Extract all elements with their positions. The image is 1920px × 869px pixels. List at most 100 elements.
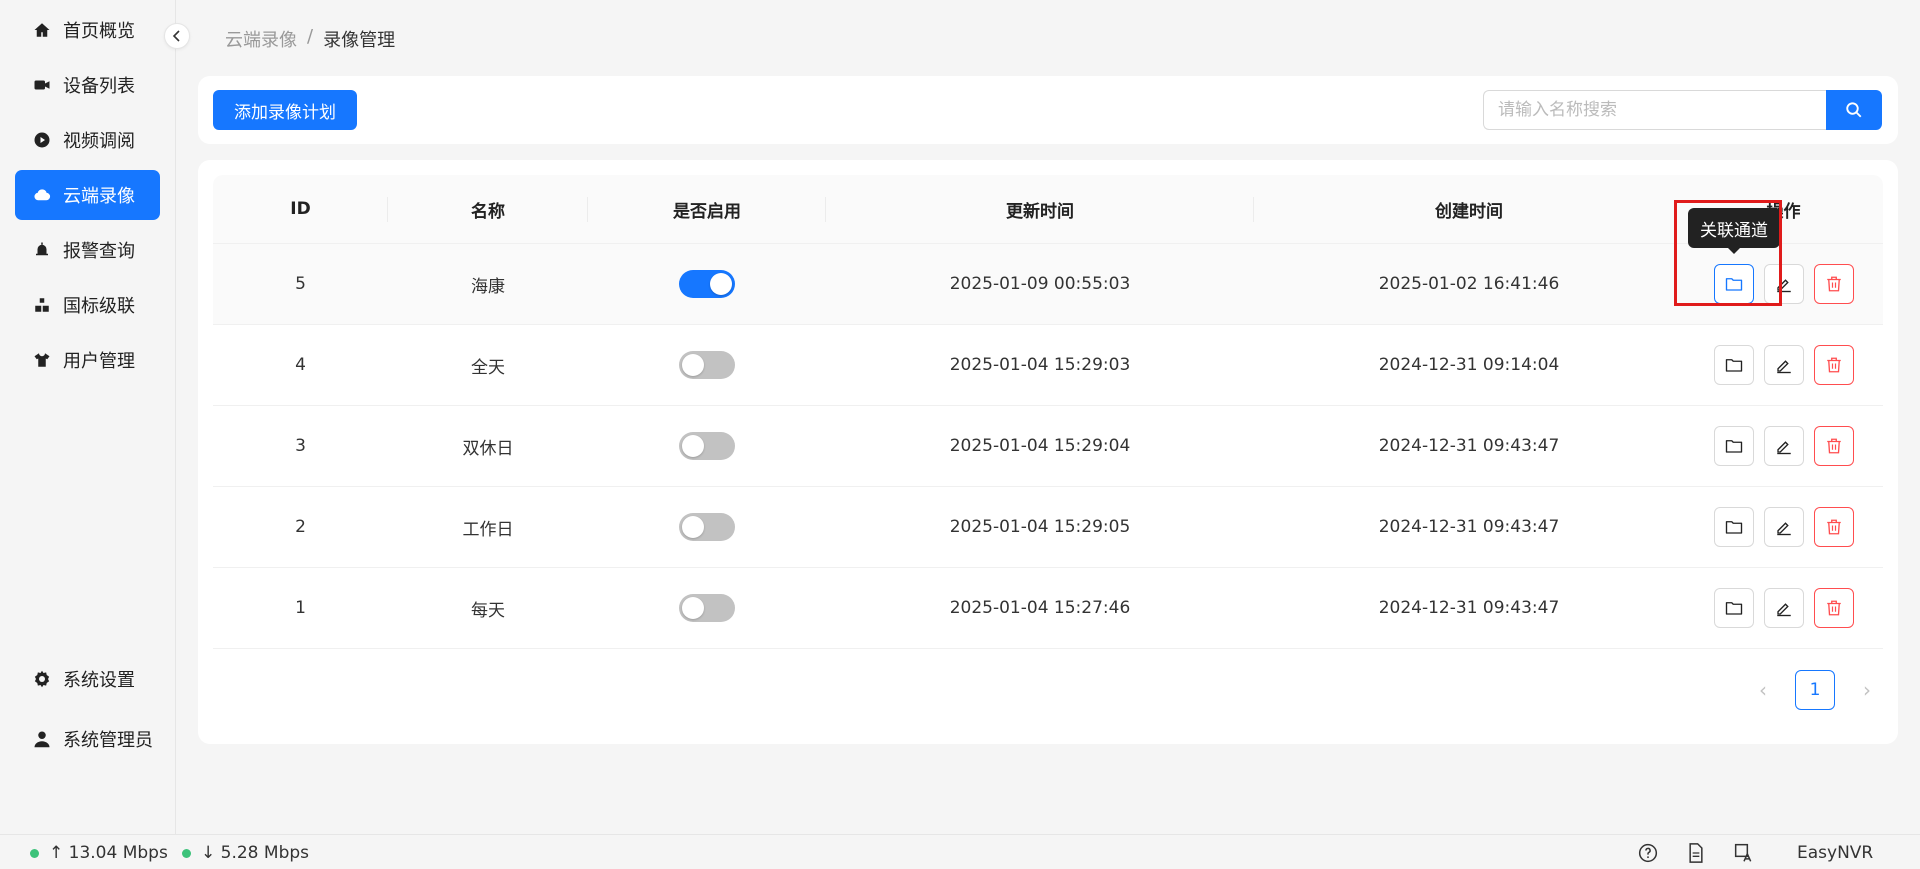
delete-button[interactable] (1813, 345, 1854, 385)
link-channel-button[interactable] (1713, 345, 1754, 385)
link-channel-button[interactable] (1713, 264, 1754, 304)
cell-name: 工作日 (462, 519, 514, 540)
download-speed: ↓ 5.28 Mbps (201, 843, 310, 863)
cell-enabled (588, 432, 826, 460)
sidebar-item-settings[interactable]: 系统设置 (15, 654, 160, 704)
document-icon[interactable] (1685, 842, 1707, 864)
search-input[interactable] (1483, 90, 1826, 130)
pagination: ‹ 1 › (1747, 670, 1883, 710)
edit-button[interactable] (1763, 426, 1804, 466)
table-card: ID 名称 是否启用 更新时间 创建时间 操作 5 海康 2025-01-09 … (198, 160, 1898, 744)
header-id: ID (213, 175, 388, 244)
link-channel-button[interactable] (1713, 588, 1754, 628)
cell-actions (1684, 588, 1883, 628)
header-enabled: 是否启用 (588, 175, 826, 244)
sidebar-item-label: 报警查询 (63, 241, 135, 262)
delete-button[interactable] (1813, 588, 1854, 628)
table-row: 3 双休日 2025-01-04 15:29:04 2024-12-31 09:… (213, 406, 1883, 487)
brand-name: EasyNVR (1797, 843, 1874, 863)
camera-icon (33, 76, 51, 94)
enabled-toggle[interactable] (679, 513, 735, 541)
folder-icon (1725, 356, 1743, 374)
sidebar-item-label: 系统管理员 (63, 730, 153, 751)
sidebar-item-label: 用户管理 (63, 351, 135, 372)
status-dot (30, 848, 39, 858)
status-dot (182, 848, 191, 858)
alarm-icon (33, 241, 51, 259)
cell-name: 全天 (471, 357, 505, 378)
cell-id: 2 (295, 517, 306, 537)
help-icon[interactable] (1637, 842, 1659, 864)
cell-updated: 2025-01-04 15:29:04 (949, 436, 1131, 456)
breadcrumb-separator: / (307, 26, 314, 47)
folder-icon (1725, 599, 1743, 617)
delete-button[interactable] (1813, 426, 1854, 466)
enabled-toggle[interactable] (679, 432, 735, 460)
page-prev-button[interactable]: ‹ (1747, 670, 1779, 710)
cell-id: 3 (295, 436, 306, 456)
toggle-knob (682, 435, 704, 457)
edit-button[interactable] (1763, 588, 1804, 628)
enabled-toggle[interactable] (679, 270, 735, 298)
cell-updated: 2025-01-04 15:29:03 (949, 355, 1131, 375)
table-header: ID 名称 是否启用 更新时间 创建时间 操作 (213, 175, 1883, 244)
delete-button[interactable] (1813, 507, 1854, 547)
cell-updated: 2025-01-09 00:55:03 (949, 274, 1131, 294)
breadcrumb-parent[interactable]: 云端录像 (225, 26, 297, 52)
enabled-toggle[interactable] (679, 351, 735, 379)
home-icon (33, 21, 51, 39)
folder-icon (1725, 275, 1743, 293)
edit-button[interactable] (1763, 507, 1804, 547)
cell-enabled (588, 351, 826, 379)
sidebar-item-cascade[interactable]: 国标级联 (15, 280, 160, 330)
sidebar-item-cloud-record[interactable]: 云端录像 (15, 170, 160, 220)
upload-speed: ↑ 13.04 Mbps (49, 843, 168, 863)
toggle-knob (682, 354, 704, 376)
link-channel-button[interactable] (1713, 426, 1754, 466)
search-group (1483, 90, 1882, 130)
search-icon (1846, 102, 1862, 118)
sidebar-item-devices[interactable]: 设备列表 (15, 60, 160, 110)
edit-button[interactable] (1763, 345, 1804, 385)
user-icon (33, 730, 51, 748)
translate-icon[interactable] (1733, 842, 1755, 864)
header-updated: 更新时间 (826, 175, 1254, 244)
play-icon (33, 131, 51, 149)
edit-button[interactable] (1763, 264, 1804, 304)
search-button[interactable] (1826, 90, 1882, 130)
cell-actions (1684, 345, 1883, 385)
sidebar-item-video[interactable]: 视频调阅 (15, 115, 160, 165)
delete-button[interactable] (1813, 264, 1854, 304)
sidebar-collapse-button[interactable] (164, 23, 190, 49)
cloud-icon (33, 186, 51, 204)
trash-icon (1825, 437, 1843, 455)
download-stat: ↓ 5.28 Mbps (182, 843, 309, 863)
sidebar-item-alarm[interactable]: 报警查询 (15, 225, 160, 275)
cell-created: 2024-12-31 09:43:47 (1378, 598, 1560, 618)
toggle-knob (682, 597, 704, 619)
breadcrumb: 云端录像 / 录像管理 (225, 26, 395, 52)
sidebar-item-label: 视频调阅 (63, 131, 135, 152)
cell-name: 海康 (471, 276, 505, 297)
enabled-toggle[interactable] (679, 594, 735, 622)
cell-created: 2024-12-31 09:43:47 (1378, 436, 1560, 456)
add-record-plan-button[interactable]: 添加录像计划 (213, 90, 357, 130)
cell-created: 2024-12-31 09:43:47 (1378, 517, 1560, 537)
trash-icon (1825, 518, 1843, 536)
page-number-button[interactable]: 1 (1795, 670, 1835, 710)
folder-icon (1725, 518, 1743, 536)
trash-icon (1825, 356, 1843, 374)
link-channel-button[interactable] (1713, 507, 1754, 547)
cascade-icon (33, 296, 51, 314)
sidebar: 首页概览 设备列表 视频调阅 云端录像 报警查询 国标级联 用户管理 系统设置 … (0, 0, 176, 834)
cell-name: 双休日 (462, 438, 514, 459)
sidebar-item-users[interactable]: 用户管理 (15, 335, 160, 385)
trash-icon (1825, 275, 1843, 293)
page-next-button[interactable]: › (1851, 670, 1883, 710)
sidebar-item-label: 首页概览 (63, 21, 135, 42)
chevron-left-icon (172, 30, 180, 42)
sidebar-item-admin[interactable]: 系统管理员 (15, 714, 160, 764)
toggle-knob (710, 273, 732, 295)
sidebar-item-home[interactable]: 首页概览 (15, 5, 160, 55)
cell-id: 1 (295, 598, 306, 618)
